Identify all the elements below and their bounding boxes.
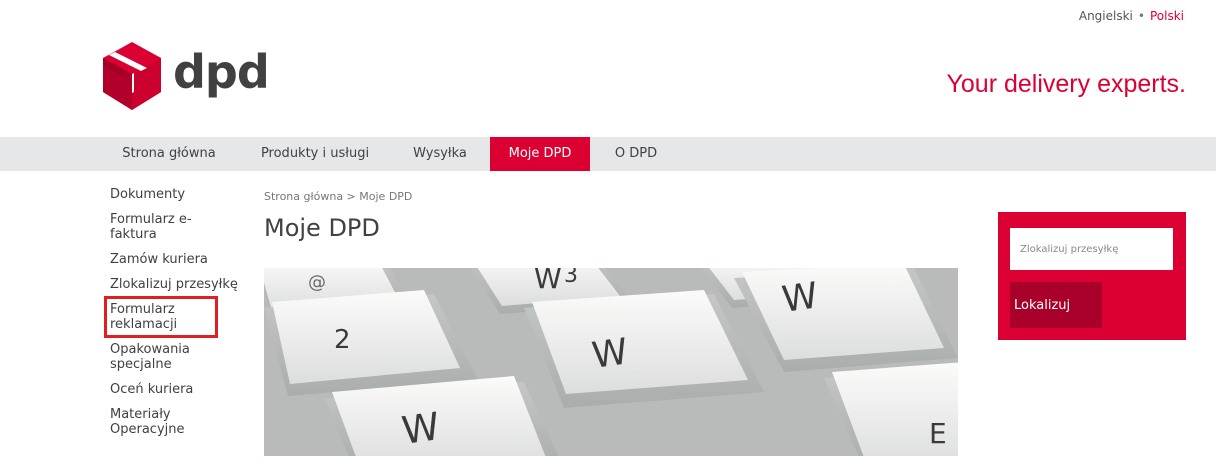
nav-item-my-dpd[interactable]: Moje DPD	[490, 137, 590, 171]
sidebar-item-e-invoice-form[interactable]: Formularz e-faktura	[110, 212, 200, 242]
main-navigation: Strona główna Produkty i usługi Wysyłka …	[0, 137, 1216, 171]
sidebar-item-rate-courier[interactable]: Oceń kuriera	[110, 382, 250, 397]
sidebar-item-track-parcel[interactable]: Zlokalizuj przesyłkę	[110, 277, 250, 292]
sidebar-item-operational-materials[interactable]: Materiały Operacyjne	[110, 407, 210, 437]
key-label-w-bottom: W	[399, 404, 442, 453]
language-switcher: Angielski • Polski	[1079, 9, 1184, 23]
breadcrumb: Strona główna > Moje DPD	[264, 190, 413, 203]
nav-item-products[interactable]: Produkty i usługi	[248, 137, 382, 171]
parcel-tracking-widget: Lokalizuj	[998, 212, 1186, 340]
locate-button[interactable]: Lokalizuj	[1010, 282, 1102, 328]
nav-item-about[interactable]: O DPD	[602, 137, 670, 171]
key-label-3: 3	[564, 268, 578, 288]
sidebar-item-complaint-form[interactable]: Formularz reklamacji	[104, 296, 218, 338]
nav-item-home[interactable]: Strona główna	[104, 137, 234, 171]
hero-keyboard-image: 2 W W W W E 3 @	[264, 268, 958, 456]
key-label-w-center: W	[590, 331, 631, 377]
language-polish-link[interactable]: Polski	[1150, 9, 1184, 23]
page-title: Moje DPD	[264, 214, 380, 242]
dpd-cube-icon	[103, 42, 161, 110]
sidebar-item-documents[interactable]: Dokumenty	[110, 187, 250, 202]
logo-wordmark: dpd	[173, 45, 270, 99]
keyboard-illustration: 2 W W W W E 3 @	[264, 268, 958, 456]
tagline: Your delivery experts.	[946, 70, 1186, 98]
language-separator: •	[1137, 9, 1145, 23]
key-label-at: @	[308, 272, 326, 293]
nav-item-shipping[interactable]: Wysyłka	[398, 137, 482, 171]
sidebar-item-order-courier[interactable]: Zamów kuriera	[110, 252, 250, 267]
tracking-number-input[interactable]	[1010, 228, 1173, 270]
language-english-link[interactable]: Angielski	[1079, 9, 1133, 23]
key-label-e: E	[929, 417, 947, 450]
sidebar: Dokumenty Formularz e-faktura Zamów kuri…	[104, 187, 250, 447]
sidebar-item-special-packaging[interactable]: Opakowania specjalne	[110, 342, 210, 372]
key-label-w-top: W	[534, 268, 562, 295]
dpd-logo[interactable]: dpd	[101, 40, 270, 112]
key-label-2: 2	[334, 325, 351, 355]
key-label-w-right: W	[780, 275, 821, 321]
